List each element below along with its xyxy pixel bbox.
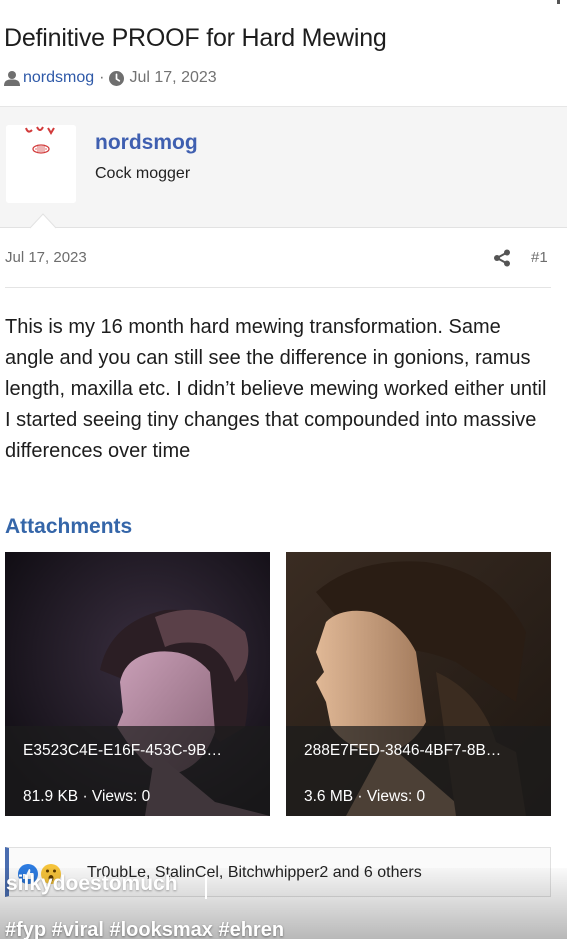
post-number-link[interactable]: #1 xyxy=(531,249,548,266)
clock-icon xyxy=(109,70,125,86)
avatar[interactable] xyxy=(6,125,76,203)
attachment-meta: 81.9 KB · Views: 0 xyxy=(23,788,151,805)
thread-author-link[interactable]: nordsmog xyxy=(23,69,94,87)
user-icon xyxy=(4,71,20,86)
meta-separator: · xyxy=(99,69,105,86)
post-author-user-title: Cock mogger xyxy=(95,165,191,182)
attachment-meta: 3.6 MB · Views: 0 xyxy=(304,788,426,805)
thread-meta: nordsmog · Jul 17, 2023 xyxy=(4,66,217,90)
attachment-thumbnail[interactable]: E3523C4E-E16F-453C-9B… 81.9 KB · Views: … xyxy=(5,552,270,816)
attachment-filename[interactable]: E3523C4E-E16F-453C-9B… xyxy=(23,742,222,760)
panel-pointer-arrow xyxy=(30,213,56,229)
attachments-heading: Attachments xyxy=(5,515,133,538)
video-overlay-username[interactable]: silkydoestomuch xyxy=(6,872,178,896)
post-author-name[interactable]: nordsmog xyxy=(95,131,198,155)
post-body-text: This is my 16 month hard mewing transfor… xyxy=(5,316,547,462)
attachment-thumbnail[interactable]: 288E7FED-3846-4BF7-8B… 3.6 MB · Views: 0 xyxy=(286,552,551,816)
share-icon[interactable] xyxy=(493,249,511,267)
post-date-link[interactable]: Jul 17, 2023 xyxy=(5,249,87,266)
thread-date[interactable]: Jul 17, 2023 xyxy=(129,69,216,87)
text-cursor xyxy=(205,875,207,899)
attachment-filename[interactable]: 288E7FED-3846-4BF7-8B… xyxy=(304,742,501,760)
top-edge-marker xyxy=(557,0,560,4)
post-header-divider xyxy=(5,287,551,288)
post-author-panel: nordsmog Cock mogger xyxy=(0,106,567,228)
thread-title: Definitive PROOF for Hard Mewing xyxy=(4,24,387,52)
video-overlay-hashtags[interactable]: #fyp #viral #looksmax #ehren xyxy=(5,919,284,939)
